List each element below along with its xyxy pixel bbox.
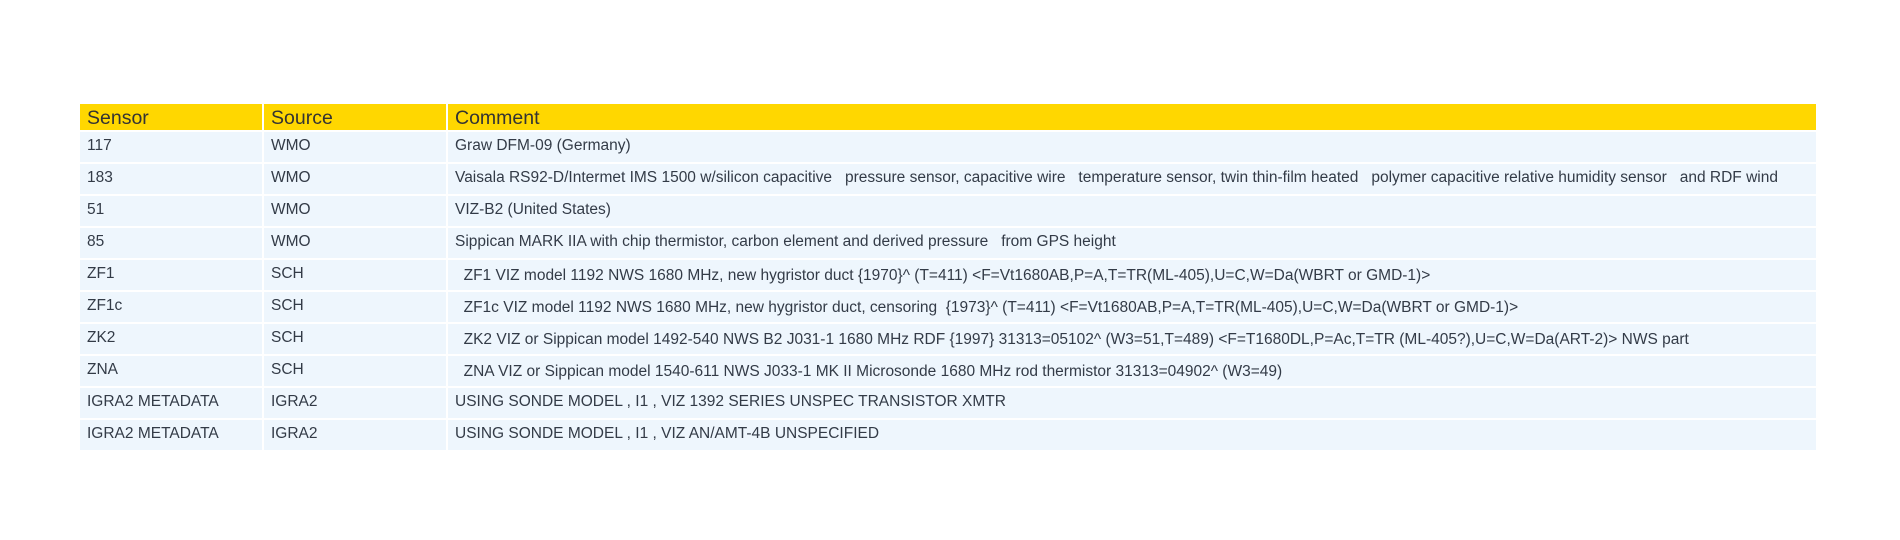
cell-source: IGRA2 [264, 388, 446, 418]
table-row: 85 WMO Sippican MARK IIA with chip therm… [80, 228, 1816, 258]
table-row: IGRA2 METADATA IGRA2 USING SONDE MODEL ,… [80, 420, 1816, 450]
cell-comment: ZK2 VIZ or Sippican model 1492-540 NWS B… [448, 324, 1816, 354]
cell-source: SCH [264, 324, 446, 354]
cell-source: WMO [264, 164, 446, 194]
sensor-table-container: Sensor Source Comment 117 WMO Graw DFM-0… [80, 102, 1820, 452]
cell-source: SCH [264, 292, 446, 322]
header-comment[interactable]: Comment [448, 104, 1816, 130]
cell-sensor: IGRA2 METADATA [80, 420, 262, 450]
cell-sensor: 85 [80, 228, 262, 258]
cell-source: WMO [264, 228, 446, 258]
table-row: 51 WMO VIZ-B2 (United States) [80, 196, 1816, 226]
cell-comment: ZF1 VIZ model 1192 NWS 1680 MHz, new hyg… [448, 260, 1816, 290]
cell-comment: USING SONDE MODEL , I1 , VIZ 1392 SERIES… [448, 388, 1816, 418]
table-row: ZK2 SCH ZK2 VIZ or Sippican model 1492-5… [80, 324, 1816, 354]
sensor-table: Sensor Source Comment 117 WMO Graw DFM-0… [78, 102, 1818, 452]
cell-comment: Graw DFM-09 (Germany) [448, 132, 1816, 162]
table-row: ZNA SCH ZNA VIZ or Sippican model 1540-6… [80, 356, 1816, 386]
table-header-row: Sensor Source Comment [80, 104, 1816, 130]
cell-sensor: ZF1 [80, 260, 262, 290]
cell-comment: ZF1c VIZ model 1192 NWS 1680 MHz, new hy… [448, 292, 1816, 322]
header-sensor[interactable]: Sensor [80, 104, 262, 130]
cell-source: IGRA2 [264, 420, 446, 450]
cell-comment: Sippican MARK IIA with chip thermistor, … [448, 228, 1816, 258]
table-row: 117 WMO Graw DFM-09 (Germany) [80, 132, 1816, 162]
cell-source: WMO [264, 132, 446, 162]
cell-sensor: ZK2 [80, 324, 262, 354]
cell-comment: Vaisala RS92-D/Intermet IMS 1500 w/silic… [448, 164, 1816, 194]
table-row: IGRA2 METADATA IGRA2 USING SONDE MODEL ,… [80, 388, 1816, 418]
cell-source: SCH [264, 356, 446, 386]
cell-source: WMO [264, 196, 446, 226]
cell-sensor: 51 [80, 196, 262, 226]
cell-comment: ZNA VIZ or Sippican model 1540-611 NWS J… [448, 356, 1816, 386]
cell-source: SCH [264, 260, 446, 290]
cell-sensor: ZF1c [80, 292, 262, 322]
cell-sensor: ZNA [80, 356, 262, 386]
header-source[interactable]: Source [264, 104, 446, 130]
table-row: ZF1 SCH ZF1 VIZ model 1192 NWS 1680 MHz,… [80, 260, 1816, 290]
cell-sensor: IGRA2 METADATA [80, 388, 262, 418]
cell-comment: VIZ-B2 (United States) [448, 196, 1816, 226]
cell-sensor: 183 [80, 164, 262, 194]
table-body: 117 WMO Graw DFM-09 (Germany) 183 WMO Va… [80, 132, 1816, 450]
cell-sensor: 117 [80, 132, 262, 162]
table-row: 183 WMO Vaisala RS92-D/Intermet IMS 1500… [80, 164, 1816, 194]
cell-comment: USING SONDE MODEL , I1 , VIZ AN/AMT-4B U… [448, 420, 1816, 450]
table-row: ZF1c SCH ZF1c VIZ model 1192 NWS 1680 MH… [80, 292, 1816, 322]
